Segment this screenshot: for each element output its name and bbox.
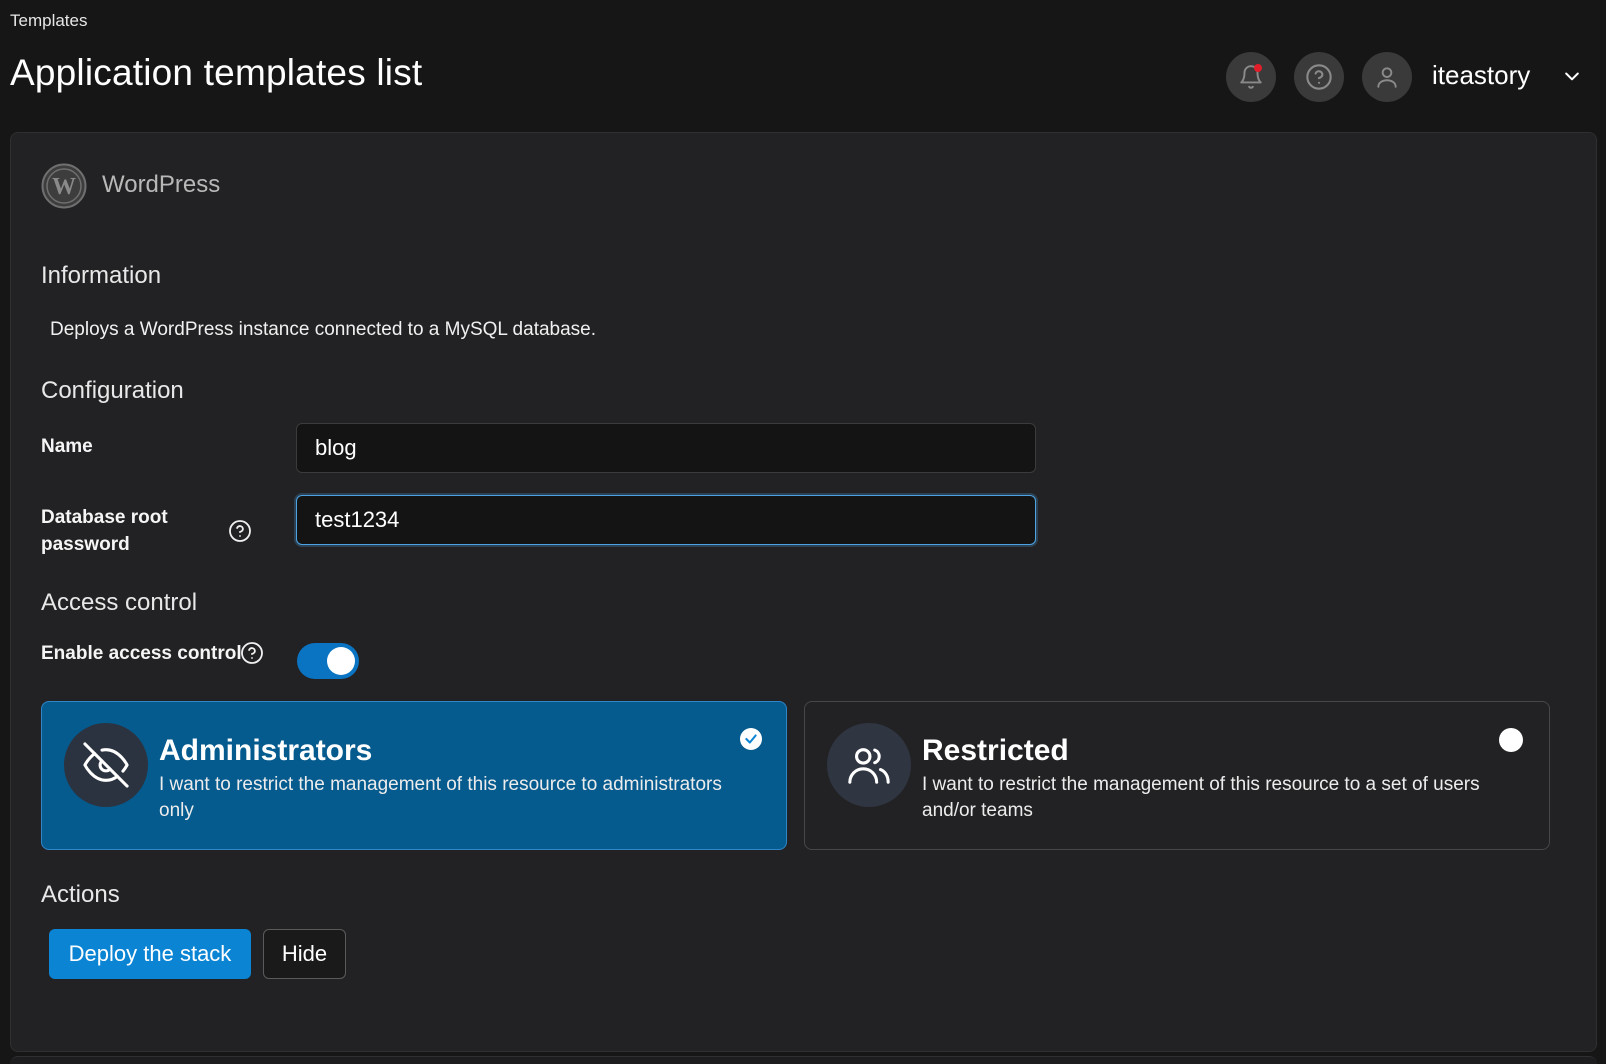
eye-off-icon	[83, 742, 129, 788]
card-title: Restricted	[922, 734, 1069, 767]
user-avatar[interactable]	[1362, 52, 1412, 102]
wordpress-logo-icon: W	[41, 163, 87, 209]
name-input[interactable]	[296, 423, 1036, 473]
name-label: Name	[41, 436, 93, 457]
help-circle-icon[interactable]	[240, 641, 264, 665]
section-actions: Actions	[41, 881, 120, 908]
enable-access-control-label: Enable access control	[41, 643, 242, 664]
help-circle-icon	[1306, 64, 1332, 90]
notification-dot	[1254, 64, 1262, 72]
section-configuration: Configuration	[41, 377, 184, 404]
username[interactable]: iteastory	[1432, 60, 1530, 91]
card-description: I want to restrict the management of thi…	[159, 774, 722, 821]
access-option-restricted[interactable]: Restricted I want to restrict the manage…	[804, 701, 1550, 850]
card-icon-circle	[64, 723, 148, 807]
users-icon	[848, 748, 890, 784]
chevron-down-icon[interactable]	[1562, 66, 1582, 86]
notifications-button[interactable]	[1226, 52, 1276, 102]
template-name: WordPress	[102, 171, 221, 198]
selected-check-icon	[740, 728, 762, 750]
db-password-label: Database root password	[41, 507, 168, 555]
access-control-toggle[interactable]	[297, 643, 359, 679]
help-button[interactable]	[1294, 52, 1344, 102]
svg-text:W: W	[52, 174, 76, 200]
hide-button[interactable]: Hide	[263, 929, 346, 979]
page-title: Application templates list	[10, 52, 423, 93]
card-icon-circle	[827, 723, 911, 807]
section-access-control: Access control	[41, 589, 198, 616]
section-information: Information	[41, 262, 162, 289]
help-circle-icon[interactable]	[228, 519, 252, 543]
access-option-administrators[interactable]: Administrators I want to restrict the ma…	[41, 701, 787, 850]
db-password-input[interactable]	[296, 495, 1036, 545]
template-panel: W WordPress Information Deploys a WordPr…	[10, 132, 1597, 1052]
information-text: Deploys a WordPress instance connected t…	[50, 319, 597, 340]
card-description: I want to restrict the management of thi…	[922, 774, 1480, 821]
breadcrumb[interactable]: Templates	[10, 11, 87, 31]
deploy-stack-button[interactable]: Deploy the stack	[49, 929, 251, 979]
toggle-knob	[327, 647, 355, 675]
radio-unselected[interactable]	[1499, 728, 1523, 752]
card-title: Administrators	[159, 734, 373, 767]
user-icon	[1377, 67, 1397, 88]
